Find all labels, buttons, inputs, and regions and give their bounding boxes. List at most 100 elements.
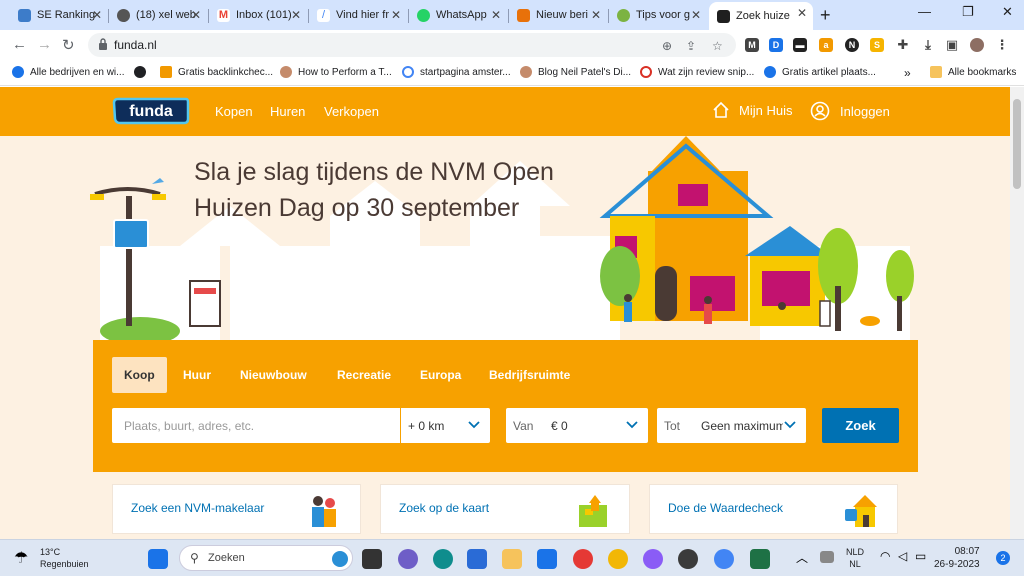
bookmark-item[interactable]: Wat zijn review snip...	[640, 66, 754, 78]
extension-d-icon[interactable]: D	[769, 38, 783, 52]
security-icon[interactable]	[820, 551, 834, 563]
close-icon[interactable]: ✕	[691, 8, 701, 22]
tab-nieuwbouw[interactable]: Nieuwbouw	[228, 357, 319, 393]
extension-mask-icon[interactable]: ▬	[793, 38, 807, 52]
start-windows-icon[interactable]	[148, 549, 168, 569]
puzzle-icon[interactable]: ✚	[896, 38, 910, 52]
bookmark-item[interactable]	[134, 66, 152, 78]
close-icon[interactable]: ✕	[591, 8, 601, 22]
mijn-huis-link[interactable]: Mijn Huis	[712, 101, 792, 119]
scrollbar-thumb[interactable]	[1013, 99, 1021, 189]
tab-bedrijfsruimte[interactable]: Bedrijfsruimte	[477, 357, 582, 393]
hero-title: Sla je slag tijdens de NVM Open Huizen D…	[194, 158, 554, 222]
taskbar-search[interactable]: ⚲ Zoeken	[179, 545, 353, 571]
game-icon[interactable]	[678, 549, 698, 569]
sidepanel-icon[interactable]: ▣	[945, 38, 959, 52]
bookmark-item[interactable]: Blog Neil Patel's Di...	[520, 66, 631, 78]
card-zoek-op-kaart[interactable]: Zoek op de kaart	[380, 484, 630, 534]
opera-icon[interactable]	[573, 549, 593, 569]
close-icon[interactable]: ✕	[491, 8, 501, 22]
extension-a-icon[interactable]: a	[819, 38, 833, 52]
battery-icon[interactable]: ▭	[915, 549, 926, 563]
funda-logo[interactable]: funda	[112, 97, 190, 125]
chrome-canary-icon[interactable]	[608, 549, 628, 569]
browser-tab-nieuw[interactable]: Nieuw beri ✕	[509, 4, 607, 26]
extension-seo-icon[interactable]: S	[870, 38, 884, 52]
bookmark-item[interactable]: Gratis backlinkchec...	[160, 66, 273, 78]
profile-avatar[interactable]	[970, 38, 984, 52]
edge-icon[interactable]	[433, 549, 453, 569]
translate-icon[interactable]: ⊕	[662, 39, 672, 53]
url-text: funda.nl	[114, 38, 157, 52]
mail-icon[interactable]	[467, 549, 487, 569]
restore-icon[interactable]: ❐	[962, 4, 974, 20]
browser-tab-funda-active[interactable]: Zoek huize ✕	[709, 2, 813, 30]
extension-m-icon[interactable]: M	[745, 38, 759, 52]
store-icon[interactable]	[537, 549, 557, 569]
vpn-icon[interactable]	[643, 549, 663, 569]
bookmark-item[interactable]: How to Perform a T...	[280, 66, 392, 78]
search-button[interactable]: Zoek	[822, 408, 899, 443]
menu-dots-icon[interactable]: ⋮	[995, 38, 1009, 52]
close-icon[interactable]: ✕	[291, 8, 301, 22]
close-window-icon[interactable]: ✕	[1002, 4, 1013, 20]
map-icon	[579, 495, 607, 527]
nav-verkopen[interactable]: Verkopen	[324, 104, 379, 119]
tab-europa[interactable]: Europa	[408, 357, 473, 393]
clock[interactable]: 08:07 26-9-2023	[934, 545, 980, 571]
browser-tab-vind[interactable]: / Vind hier fr ✕	[309, 4, 407, 26]
chrome-icon[interactable]	[714, 549, 734, 569]
close-icon[interactable]: ✕	[797, 6, 807, 20]
tab-koop[interactable]: Koop	[112, 357, 167, 393]
page-scrollbar[interactable]	[1010, 87, 1024, 539]
close-icon[interactable]: ✕	[391, 8, 401, 22]
forward-arrow-icon[interactable]: →	[37, 36, 52, 53]
login-link[interactable]: Inloggen	[810, 101, 890, 121]
language-indicator[interactable]: NLD NL	[846, 546, 864, 570]
wifi-icon[interactable]: ◠	[880, 549, 890, 563]
excel-icon[interactable]	[750, 549, 770, 569]
minimize-icon[interactable]: —	[918, 4, 931, 19]
download-icon[interactable]: ⤓	[921, 38, 935, 52]
browser-tab-whatsapp[interactable]: WhatsApp ✕	[409, 4, 507, 26]
card-nvm-makelaar[interactable]: Zoek een NVM-makelaar	[112, 484, 361, 534]
more-bookmarks-button[interactable]: »	[904, 66, 911, 80]
bookmark-item[interactable]: Gratis artikel plaats...	[764, 66, 876, 78]
agents-icon	[312, 496, 336, 527]
nav-kopen[interactable]: Kopen	[215, 104, 253, 119]
bookmark-item[interactable]: Alle bedrijven en wi...	[12, 66, 125, 78]
reload-icon[interactable]: ↻	[62, 36, 75, 54]
browser-tab-tips[interactable]: Tips voor g ✕	[609, 4, 707, 26]
search-panel: Koop Huur Nieuwbouw Recreatie Europa Bed…	[93, 340, 918, 472]
back-arrow-icon[interactable]: ←	[12, 36, 27, 53]
volume-icon[interactable]: ◁	[898, 549, 907, 563]
new-tab-icon[interactable]: +	[820, 5, 831, 26]
chat-icon[interactable]	[398, 549, 418, 569]
bookmark-star-icon[interactable]: ☆	[712, 39, 723, 53]
tab-recreatie[interactable]: Recreatie	[325, 357, 403, 393]
tab-huur[interactable]: Huur	[171, 357, 223, 393]
browser-tab-xel[interactable]: (18) xel web ✕	[109, 4, 207, 26]
location-search-input[interactable]: Plaats, buurt, adres, etc.	[112, 408, 400, 443]
price-from-select[interactable]: Van € 0	[506, 408, 648, 443]
close-icon[interactable]: ✕	[191, 8, 201, 22]
weather-widget[interactable]: 13°C Regenbuien	[40, 546, 89, 570]
nav-huren[interactable]: Huren	[270, 104, 305, 119]
weather-rain-icon: ☂	[14, 550, 29, 567]
all-bookmarks-folder[interactable]: Alle bookmarks	[930, 66, 1016, 78]
address-bar[interactable]: funda.nl ⊕ ⇪ ☆	[88, 33, 736, 57]
file-explorer-icon[interactable]	[502, 549, 522, 569]
browser-tab-se-ranking[interactable]: SE Ranking ✕	[10, 4, 108, 26]
bookmark-item[interactable]: startpagina amster...	[402, 66, 511, 78]
bookmark-favicon-icon	[12, 66, 24, 78]
browser-tab-gmail[interactable]: M Inbox (101) ✕	[209, 4, 307, 26]
card-waardecheck[interactable]: Doe de Waardecheck	[649, 484, 898, 534]
share-icon[interactable]: ⇪	[686, 39, 696, 53]
price-to-select[interactable]: Tot Geen maximum	[657, 408, 806, 443]
extension-n-icon[interactable]: N	[845, 38, 859, 52]
close-icon[interactable]: ✕	[92, 8, 102, 22]
radius-select[interactable]: + 0 km	[401, 408, 490, 443]
notification-badge[interactable]: 2	[996, 551, 1010, 565]
chevron-up-icon[interactable]: ︿	[796, 549, 808, 566]
task-view-icon[interactable]	[362, 549, 382, 569]
